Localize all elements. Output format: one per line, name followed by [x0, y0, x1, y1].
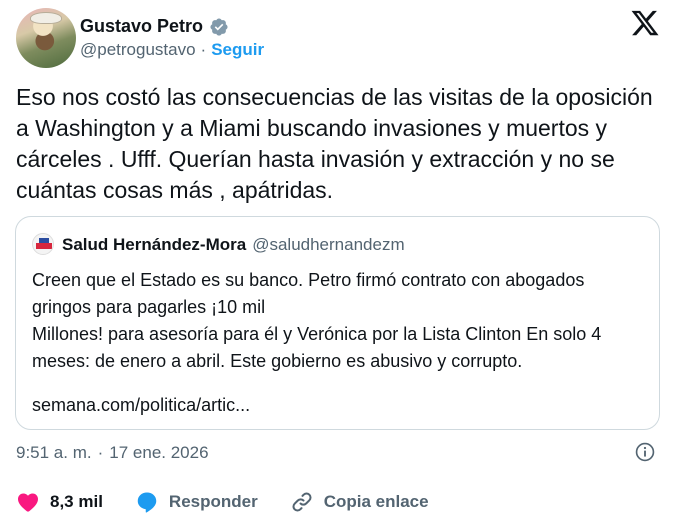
tweet-actions: 8,3 mil Responder Copia enlace	[16, 490, 461, 514]
reply-button[interactable]: Responder	[135, 490, 258, 514]
copy-link-label: Copia enlace	[323, 492, 429, 511]
reply-icon	[137, 492, 157, 513]
likes-count: 8,3 mil	[50, 492, 103, 511]
link-icon	[292, 492, 312, 512]
follow-button[interactable]: Seguir	[211, 40, 264, 60]
author-name-row: Gustavo Petro	[80, 16, 229, 37]
quoted-tweet-text: Creen que el Estado es su banco. Petro f…	[32, 267, 642, 375]
quoted-author-handle: @saludhernandezm	[252, 235, 405, 254]
author-name[interactable]: Gustavo Petro	[80, 16, 203, 37]
tweet-text: Eso nos costó las consecuencias de las v…	[16, 84, 653, 203]
copy-link-button[interactable]: Copia enlace	[290, 490, 429, 514]
heart-icon	[18, 493, 38, 512]
quoted-tweet[interactable]: Salud Hernández-Mora @saludhernandezm Cr…	[15, 216, 660, 430]
tweet-header: Gustavo Petro @petrogustavo · Seguir	[16, 8, 662, 70]
quoted-text-paragraph-1: Creen que el Estado es su banco. Petro f…	[32, 270, 585, 317]
tweet-time[interactable]: 9:51 a. m.	[16, 443, 92, 463]
author-avatar[interactable]	[16, 8, 76, 68]
quoted-text-paragraph-2: Millones! para asesoría para él y Veróni…	[32, 324, 602, 371]
info-icon[interactable]	[634, 441, 656, 463]
quoted-author-avatar	[32, 233, 54, 255]
quoted-link[interactable]: semana.com/politica/artic...	[32, 395, 250, 416]
quoted-author-name: Salud Hernández-Mora	[62, 235, 247, 254]
tweet-date[interactable]: 17 ene. 2026	[109, 443, 208, 463]
like-button[interactable]: 8,3 mil	[16, 490, 103, 514]
tweet-timestamp: 9:51 a. m. · 17 ene. 2026	[16, 443, 209, 463]
author-handle[interactable]: @petrogustavo	[80, 40, 196, 60]
reply-label: Responder	[168, 492, 258, 511]
separator-dot: ·	[200, 40, 207, 59]
separator-dot: ·	[97, 443, 104, 462]
verified-badge-icon	[210, 17, 228, 36]
x-logo-icon[interactable]	[630, 8, 660, 38]
author-handle-row: @petrogustavo · Seguir	[80, 40, 264, 60]
quoted-author-row: Salud Hernández-Mora @saludhernandezm	[62, 235, 405, 255]
